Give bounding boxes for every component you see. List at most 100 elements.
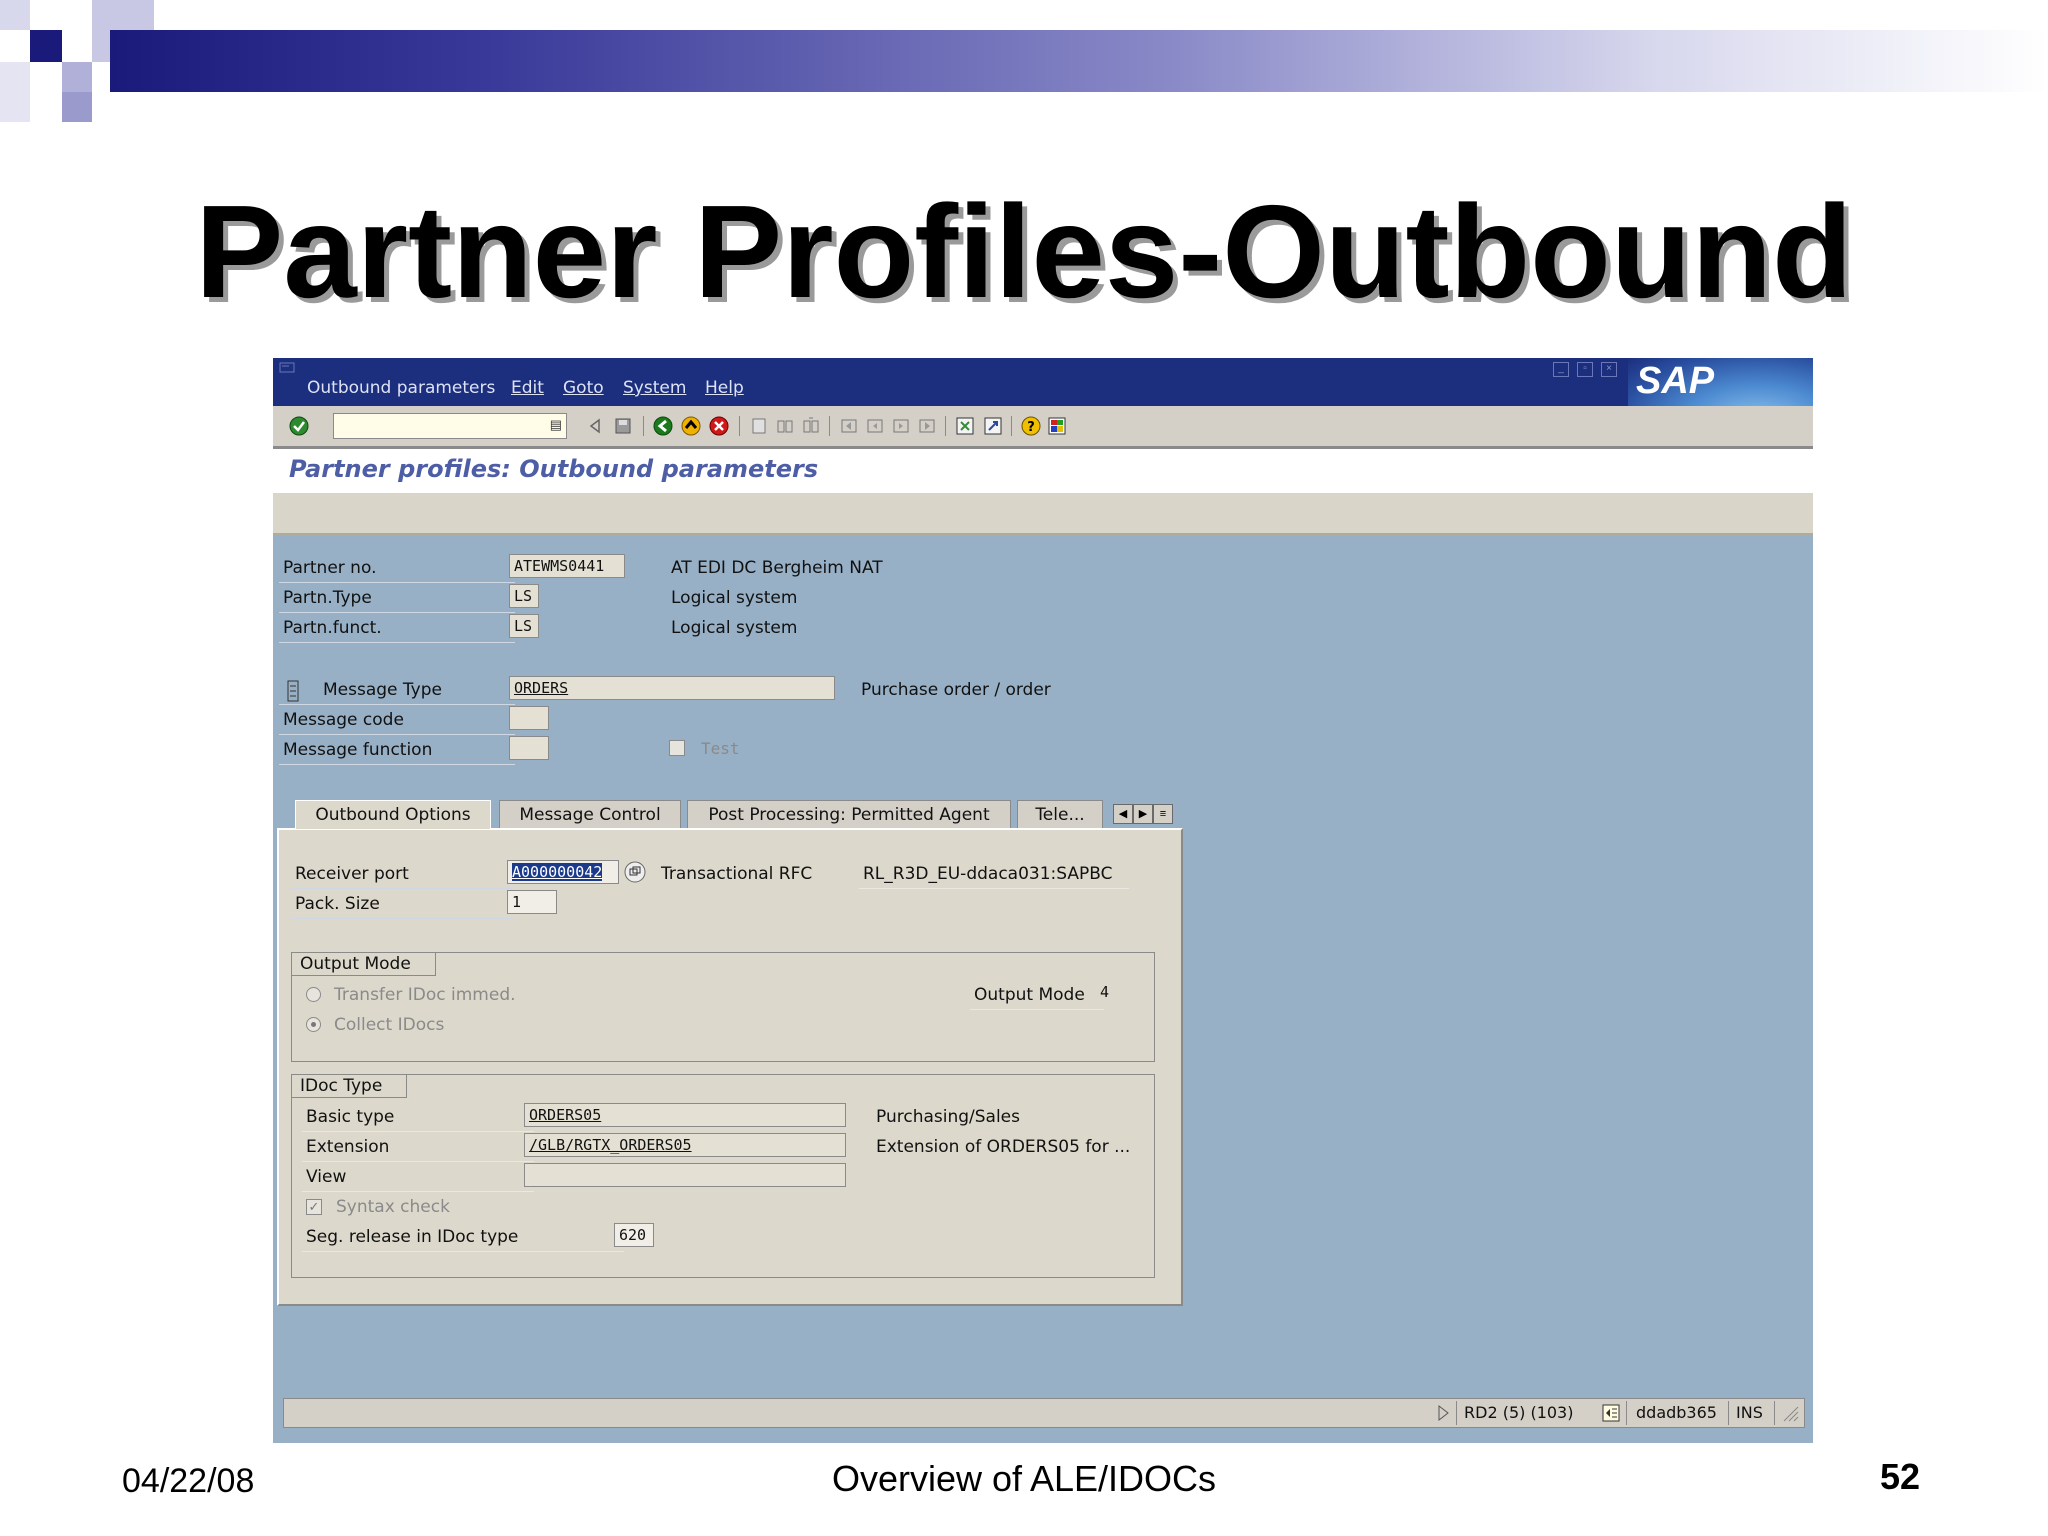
minimize-icon[interactable]: _ (1553, 362, 1569, 377)
find-next-icon[interactable] (801, 416, 821, 436)
label-underline (970, 1009, 1104, 1010)
last-page-icon[interactable] (917, 416, 937, 436)
label-underline (279, 764, 515, 765)
find-icon[interactable] (775, 416, 795, 436)
tab-list-icon[interactable]: ≡ (1153, 804, 1173, 824)
basic-type-label: Basic type (306, 1107, 395, 1127)
receiver-port-value: A000000042 (512, 863, 603, 881)
output-mode-group-title: Output Mode (292, 953, 436, 976)
restore-icon[interactable]: ▫ (1577, 362, 1593, 377)
basic-type-field[interactable]: ORDERS05 (524, 1103, 846, 1127)
menu-outbound-parameters[interactable]: Outbound parameters (307, 378, 495, 398)
window-menu-icon[interactable] (279, 362, 297, 376)
label-underline (291, 888, 513, 889)
status-mode: INS (1736, 1403, 1763, 1422)
label-underline (302, 1191, 534, 1192)
message-type-list-icon[interactable] (287, 680, 299, 702)
first-page-icon[interactable] (839, 416, 859, 436)
back-arrow-icon[interactable] (585, 416, 605, 436)
test-checkbox[interactable] (669, 740, 685, 756)
menu-system[interactable]: System (623, 378, 686, 398)
exit-icon[interactable] (681, 416, 701, 436)
status-system-list-icon[interactable] (1602, 1404, 1620, 1422)
tab-scroll-left-icon[interactable]: ◀ (1113, 804, 1133, 824)
partn-funct-label: Partn.funct. (283, 618, 382, 638)
footer-title: Overview of ALE/IDOCs (831, 1458, 1217, 1499)
tab-post-processing[interactable]: Post Processing: Permitted Agent (687, 800, 1011, 829)
partn-funct-field[interactable]: LS (509, 614, 539, 638)
sap-logo-text: SAP (1636, 360, 1715, 402)
message-type-field[interactable]: ORDERS (509, 676, 835, 700)
page-number: 52 (1880, 1456, 1921, 1497)
message-code-field[interactable] (509, 706, 549, 730)
save-icon[interactable] (613, 416, 633, 436)
status-expand-icon[interactable] (1436, 1404, 1450, 1422)
label-underline (859, 888, 1129, 889)
help-icon[interactable]: ? (1021, 416, 1041, 436)
partn-type-field[interactable]: LS (509, 584, 539, 608)
transfer-idoc-radio[interactable] (306, 987, 321, 1002)
message-function-label: Message function (283, 740, 433, 760)
cancel-icon[interactable] (709, 416, 729, 436)
status-separator (1456, 1401, 1457, 1425)
status-separator (1626, 1401, 1627, 1425)
partn-type-description: Logical system (671, 588, 798, 608)
seg-release-field[interactable]: 620 (614, 1223, 654, 1247)
output-mode-group: Output Mode Transfer IDoc immed. Collect… (291, 952, 1155, 1062)
syntax-check-checkbox[interactable]: ✓ (306, 1199, 322, 1215)
command-dropdown-icon[interactable]: ▤ (550, 417, 562, 433)
tab-message-control[interactable]: Message Control (499, 800, 681, 829)
view-field[interactable] (524, 1163, 846, 1187)
pack-size-field[interactable]: 1 (507, 890, 557, 914)
toolbar-separator (1011, 416, 1012, 436)
partn-type-label: Partn.Type (283, 588, 372, 608)
label-underline (279, 582, 515, 583)
toolbar-separator (945, 416, 946, 436)
label-underline (279, 704, 515, 705)
message-type-label: Message Type (323, 680, 442, 700)
next-page-icon[interactable] (891, 416, 911, 436)
tab-scroll-right-icon[interactable]: ▶ (1133, 804, 1153, 824)
create-session-icon[interactable] (955, 416, 975, 436)
extension-field[interactable]: /GLB/RGTX_ORDERS05 (524, 1133, 846, 1157)
message-type-description: Purchase order / order (861, 680, 1051, 700)
print-icon[interactable] (749, 416, 769, 436)
status-bar: RD2 (5) (103) ddadb365 INS (283, 1398, 1805, 1428)
partner-no-description: AT EDI DC Bergheim NAT (671, 558, 883, 578)
enter-icon[interactable] (289, 416, 309, 436)
partner-no-field[interactable]: ATEWMS0441 (509, 554, 625, 578)
tab-outbound-options[interactable]: Outbound Options (295, 800, 491, 829)
layout-icon[interactable] (1047, 416, 1067, 436)
extension-description: Extension of ORDERS05 for ... (876, 1137, 1131, 1157)
previous-page-icon[interactable] (865, 416, 885, 436)
decor-square (0, 0, 30, 30)
application-toolbar (273, 493, 1813, 535)
create-shortcut-icon[interactable] (983, 416, 1003, 436)
command-field[interactable]: ▤ (333, 413, 567, 439)
output-mode-value: 4 (1100, 983, 1110, 1001)
slide-title: Partner Profiles-Outbound (195, 178, 1853, 325)
receiver-port-field[interactable]: A000000042 (507, 860, 619, 884)
menu-edit[interactable]: Edit (511, 378, 544, 398)
extension-label: Extension (306, 1137, 390, 1157)
screen-title: Partner profiles: Outbound parameters (289, 455, 819, 483)
message-function-field[interactable] (509, 736, 549, 760)
standard-toolbar: ▤ ? (273, 406, 1813, 449)
resize-grip-icon[interactable] (1780, 1403, 1800, 1423)
receiver-port-description: RL_R3D_EU-ddaca031:SAPBC (863, 864, 1113, 884)
menu-help[interactable]: Help (705, 378, 744, 398)
port-details-icon[interactable] (623, 860, 647, 884)
syntax-check-label: Syntax check (336, 1197, 450, 1217)
label-underline (279, 734, 515, 735)
decor-square (0, 62, 30, 122)
menu-bar: Outbound parameters Edit Goto System Hel… (273, 358, 1813, 406)
collect-idocs-radio[interactable] (306, 1017, 321, 1032)
menu-goto[interactable]: Goto (563, 378, 604, 398)
status-separator (1774, 1401, 1775, 1425)
back-icon[interactable] (653, 416, 673, 436)
decor-square (62, 92, 92, 122)
close-icon[interactable]: × (1601, 362, 1617, 377)
view-label: View (306, 1167, 347, 1187)
tab-telephony[interactable]: Tele... (1017, 800, 1103, 829)
receiver-port-label: Receiver port (295, 864, 409, 884)
